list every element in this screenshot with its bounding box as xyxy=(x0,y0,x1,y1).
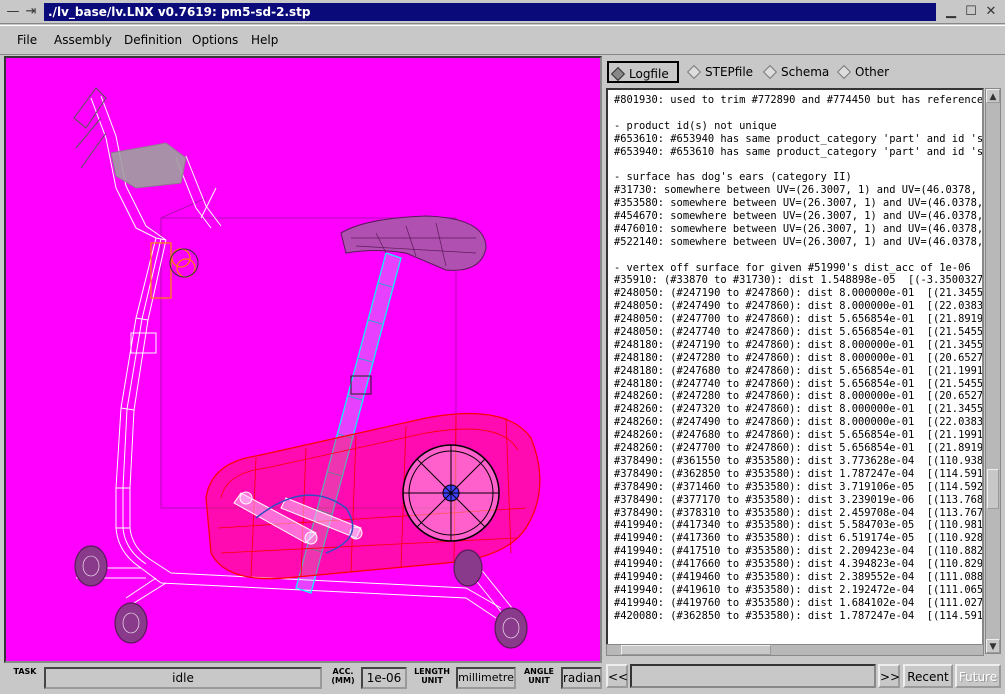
model-viewport[interactable] xyxy=(4,56,602,663)
recent-button[interactable]: Recent xyxy=(903,664,953,688)
tab-stepfile[interactable]: STEPfile xyxy=(685,61,759,83)
title-bar[interactable]: — ⇥ ./lv_base/lv.LNX v0.7619: pm5-sd-2.s… xyxy=(0,0,1005,24)
log-line: #248180: (#247190 to #247860): dist 8.00… xyxy=(614,338,984,351)
log-line: #353580: somewhere between UV=(26.3007, … xyxy=(614,197,984,210)
menu-file[interactable]: File xyxy=(17,33,37,47)
log-line: #378490: (#377170 to #353580): dist 3.23… xyxy=(614,493,984,506)
log-line: #248180: (#247740 to #247860): dist 5.65… xyxy=(614,377,984,390)
task-status: idle xyxy=(44,667,322,689)
status-bar: TASK idle ACC. (MM) 1e-06 LENGTH UNIT mill… xyxy=(4,665,602,692)
log-line: #454670: somewhere between UV=(26.3007, … xyxy=(614,210,984,223)
length-unit-value[interactable]: millimetre xyxy=(456,667,516,689)
tab-other-label: Other xyxy=(855,65,890,79)
scroll-down-icon[interactable]: ▼ xyxy=(986,639,1000,653)
accuracy-label: ACC. (MM) xyxy=(331,667,355,685)
log-line: #476010: somewhere between UV=(26.3007, … xyxy=(614,222,984,235)
log-line: #419940: (#417340 to #353580): dist 5.58… xyxy=(614,519,984,532)
tab-schema[interactable]: Schema xyxy=(761,61,831,83)
log-line: - vertex off surface for given #51990's … xyxy=(614,261,971,274)
task-label: TASK xyxy=(13,667,37,676)
command-input[interactable] xyxy=(630,664,876,688)
log-line: #248050: (#247700 to #247860): dist 5.65… xyxy=(614,313,984,326)
log-line: #522140: somewhere between UV=(26.3007, … xyxy=(614,235,984,248)
log-line: #419940: (#419610 to #353580): dist 2.19… xyxy=(614,583,984,596)
log-line: #31730: somewhere between UV=(26.3007, 1… xyxy=(614,184,984,197)
tab-other[interactable]: Other xyxy=(835,61,897,83)
horizontal-scroll-thumb[interactable] xyxy=(621,645,771,655)
menu-help[interactable]: Help xyxy=(251,33,278,47)
radio-diamond-icon xyxy=(686,64,702,80)
length-unit-label: LENGTH UNIT xyxy=(414,667,450,685)
window-title: ./lv_base/lv.LNX v0.7619: pm5-sd-2.stp xyxy=(44,3,936,21)
menu-options[interactable]: Options xyxy=(192,33,238,47)
log-line: #248180: (#247680 to #247860): dist 5.65… xyxy=(614,364,984,377)
log-line: #419940: (#417660 to #353580): dist 4.39… xyxy=(614,558,984,571)
log-line: #378490: (#362850 to #353580): dist 1.78… xyxy=(614,467,984,480)
future-button[interactable]: Future xyxy=(955,664,1001,688)
bike-wireframe xyxy=(6,58,600,661)
radio-diamond-icon xyxy=(836,64,852,80)
log-line: #801930: used to trim #772890 and #77445… xyxy=(614,94,984,106)
vertical-scroll-thumb[interactable] xyxy=(987,469,999,509)
maximize-icon[interactable]: ☐ xyxy=(962,3,980,21)
log-line: #419940: (#419760 to #353580): dist 1.68… xyxy=(614,596,984,609)
log-line: #419940: (#417510 to #353580): dist 2.20… xyxy=(614,545,984,558)
log-line: #248260: (#247490 to #247860): dist 8.00… xyxy=(614,416,984,429)
pin-icon[interactable]: ⇥ xyxy=(22,3,40,21)
tab-logfile-label: Logfile xyxy=(629,67,669,81)
radio-diamond-icon xyxy=(762,64,778,80)
vertical-scrollbar[interactable]: ▲ ▼ xyxy=(985,88,1001,654)
log-line: #248260: (#247680 to #247860): dist 5.65… xyxy=(614,429,984,442)
log-text-area[interactable]: #801930: used to trim #772890 and #77445… xyxy=(606,88,984,654)
scroll-up-icon[interactable]: ▲ xyxy=(986,89,1000,103)
log-line: #378490: (#361550 to #353580): dist 3.77… xyxy=(614,454,984,467)
log-line: #248260: (#247320 to #247860): dist 8.00… xyxy=(614,403,984,416)
menu-assembly[interactable]: Assembly xyxy=(54,33,112,47)
tab-stepfile-label: STEPfile xyxy=(705,65,754,79)
log-line: - product id(s) not unique xyxy=(614,119,777,132)
log-line: - surface has dog's ears (category II) xyxy=(614,171,852,184)
close-icon[interactable]: ✕ xyxy=(982,3,1000,21)
command-row: << >> Recent Future xyxy=(604,662,1004,690)
log-line: #248180: (#247280 to #247860): dist 8.00… xyxy=(614,351,984,364)
log-line: #653610: #653940 has same product_catego… xyxy=(614,132,984,145)
log-line: #419940: (#419460 to #353580): dist 2.38… xyxy=(614,570,984,583)
log-line: #248050: (#247190 to #247860): dist 8.00… xyxy=(614,287,984,300)
angle-unit-label: ANGLE UNIT xyxy=(523,667,554,685)
minimize-icon[interactable]: ▁ xyxy=(942,3,960,21)
accuracy-value[interactable]: 1e-06 xyxy=(361,667,407,689)
log-line: #35910: (#33870 to #31730): dist 1.54889… xyxy=(614,274,984,287)
menu-bar: File Assembly Definition Options Help xyxy=(0,25,1005,55)
log-line: #653940: #653610 has same product_catego… xyxy=(614,145,984,158)
prev-button[interactable]: << xyxy=(606,664,628,688)
radio-diamond-icon xyxy=(610,66,626,82)
log-line: #248050: (#247490 to #247860): dist 8.00… xyxy=(614,300,984,313)
angle-unit-value[interactable]: radian xyxy=(561,667,602,689)
log-line: #420080: (#362850 to #353580): dist 1.78… xyxy=(614,609,984,622)
log-line: #248260: (#247280 to #247860): dist 8.00… xyxy=(614,390,984,403)
application-window: — ⇥ ./lv_base/lv.LNX v0.7619: pm5-sd-2.s… xyxy=(0,0,1005,694)
log-line: #419940: (#417360 to #353580): dist 6.51… xyxy=(614,532,984,545)
menu-definition[interactable]: Definition xyxy=(124,33,182,47)
horizontal-scrollbar[interactable] xyxy=(606,644,984,656)
tab-logfile[interactable]: Logfile xyxy=(607,61,679,83)
log-line: #378490: (#371460 to #353580): dist 3.71… xyxy=(614,480,984,493)
window-menu-icon[interactable]: — xyxy=(4,3,22,21)
log-line: #248050: (#247740 to #247860): dist 5.65… xyxy=(614,326,984,339)
right-panel: Logfile STEPfile Schema Other #801930: u… xyxy=(604,56,1004,692)
tab-schema-label: Schema xyxy=(781,65,830,79)
log-line: #248260: (#247700 to #247860): dist 5.65… xyxy=(614,442,984,455)
log-line: #378490: (#378310 to #353580): dist 2.45… xyxy=(614,506,984,519)
next-button[interactable]: >> xyxy=(878,664,900,688)
